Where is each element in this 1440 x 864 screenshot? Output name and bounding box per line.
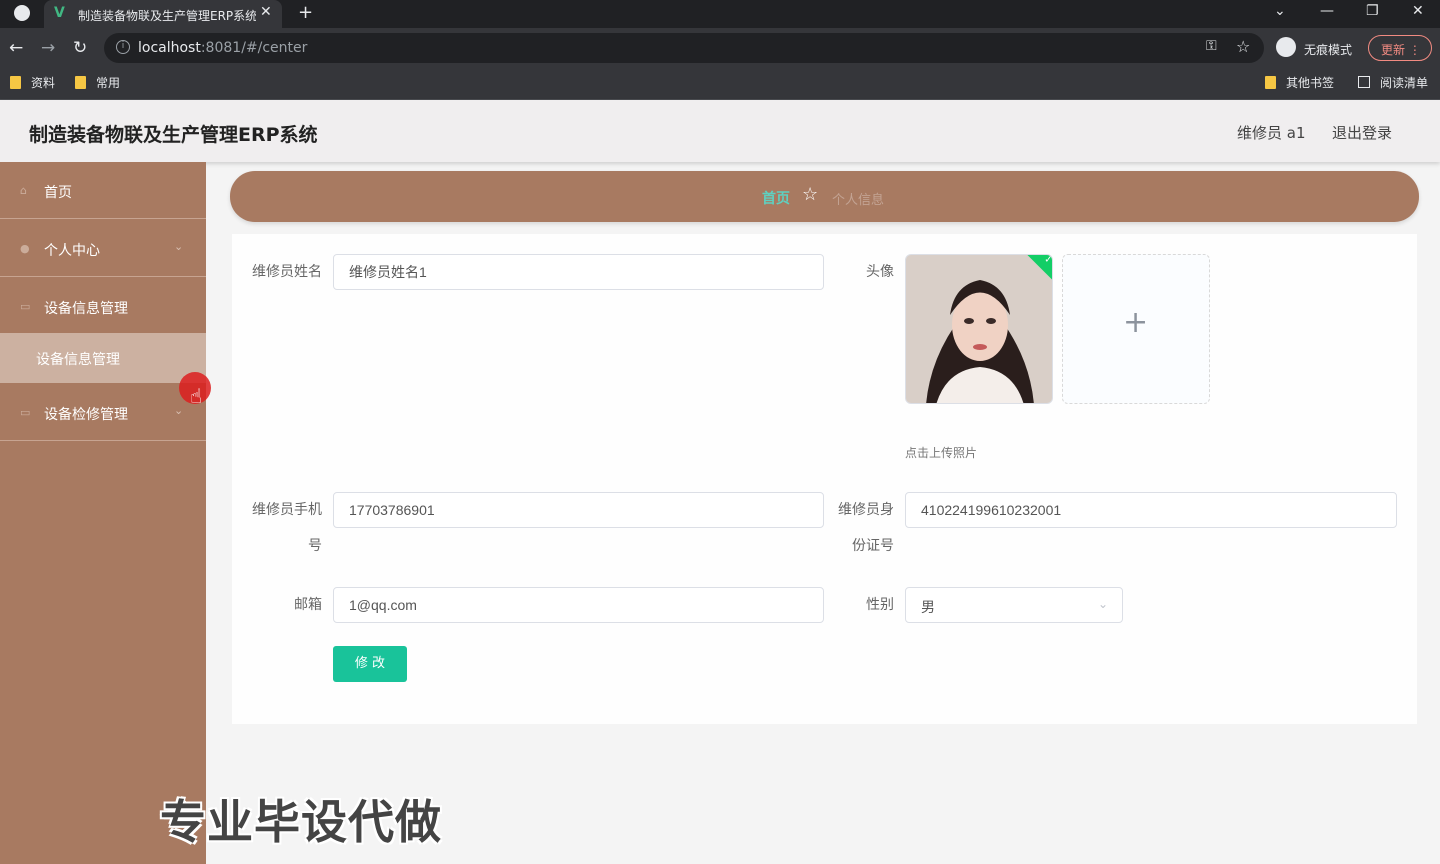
reload-icon[interactable]: ↻	[73, 38, 87, 58]
current-user: 维修员 a1	[1237, 124, 1306, 142]
hand-cursor-icon: ☝	[190, 384, 203, 408]
update-button[interactable]: 更新 ⋮	[1368, 35, 1432, 61]
reading-list-icon	[1358, 76, 1370, 88]
sidebar-subitem-label: 设备信息管理	[36, 352, 120, 368]
upload-hint: 点击上传照片	[905, 446, 978, 460]
breadcrumb-current: 个人信息	[832, 193, 885, 208]
app-title: 制造装备物联及生产管理ERP系统	[29, 124, 318, 146]
sidebar-item-equipment-info[interactable]: ▭ 设备信息管理	[0, 278, 206, 335]
info-icon[interactable]: i	[116, 40, 130, 54]
sidebar: ⌂ 首页 ● 个人中心 ⌄ ▭ 设备信息管理 设备信息管理 ▭ 设备检修管理 ⌄	[0, 162, 206, 864]
phone-label: 维修员手机号	[252, 502, 322, 554]
breadcrumb: 首页 ☆ 个人信息	[230, 171, 1419, 222]
logout-link[interactable]: 退出登录	[1332, 122, 1392, 143]
close-window-icon[interactable]: ✕	[1412, 3, 1424, 19]
folder-icon	[10, 76, 21, 89]
sidebar-item-label: 首页	[44, 185, 72, 201]
chevron-down-icon: ⌄	[174, 240, 184, 253]
close-tab-icon[interactable]: ✕	[260, 4, 272, 20]
bookmark-label: 常用	[96, 76, 121, 90]
tab-search-icon[interactable]: ⌄	[1274, 3, 1286, 19]
sidebar-item-home[interactable]: ⌂ 首页	[0, 162, 206, 219]
email-label: 邮箱	[294, 597, 322, 613]
key-icon[interactable]: ⚿	[1206, 38, 1217, 54]
email-input[interactable]	[333, 587, 824, 623]
watermark-text: 专业毕设代做	[160, 795, 442, 849]
name-input[interactable]	[333, 254, 824, 290]
incognito-icon[interactable]	[1276, 37, 1296, 57]
star-icon: ☆	[802, 184, 819, 205]
back-icon[interactable]: ←	[9, 38, 23, 58]
profile-form-card	[232, 234, 1417, 724]
url-text: localhost:8081/#/center	[138, 40, 307, 56]
avatar-portrait	[906, 255, 1052, 403]
app-header: 制造装备物联及生产管理ERP系统 维修员 a1 退出登录	[0, 100, 1440, 162]
update-label: 更新	[1381, 43, 1406, 57]
other-bookmarks[interactable]: 其他书签	[1265, 74, 1334, 91]
tab-title: 制造装备物联及生产管理ERP系统	[78, 9, 256, 23]
chevron-down-icon: ⌄	[1098, 597, 1109, 611]
gender-label: 性别	[866, 597, 894, 613]
menu-icon: ▭	[20, 406, 31, 419]
new-tab-button[interactable]: +	[298, 2, 313, 23]
name-label: 维修员姓名	[252, 264, 322, 280]
bookmark-label: 资料	[31, 76, 56, 90]
breadcrumb-home[interactable]: 首页	[762, 188, 790, 208]
chevron-down-icon: ⌄	[174, 404, 184, 417]
minimize-icon[interactable]: —	[1320, 3, 1334, 19]
sidebar-item-label: 设备检修管理	[44, 407, 128, 423]
bookmark-folder-1[interactable]: 常用	[75, 74, 120, 91]
bookmark-folder-0[interactable]: 资料	[10, 74, 55, 91]
browser-menu-icon[interactable]	[14, 5, 30, 21]
sidebar-item-label: 设备信息管理	[44, 301, 128, 317]
url-path: :8081/#/center	[200, 40, 308, 56]
vue-logo-icon: V	[54, 5, 65, 21]
id-number-input[interactable]	[905, 492, 1397, 528]
check-icon: ✓	[1044, 254, 1053, 266]
browser-tab-bar: V 制造装备物联及生产管理ERP系统 ✕ + ⌄ — ❐ ✕	[0, 0, 1440, 28]
sidebar-item-equipment-maintenance[interactable]: ▭ 设备检修管理 ⌄	[0, 384, 206, 441]
browser-toolbar: ← → ↻ i localhost:8081/#/center ⚿ ☆ 无痕模式…	[0, 28, 1440, 68]
plus-icon: +	[1123, 305, 1149, 340]
id-number-label: 维修员身份证号	[838, 502, 894, 554]
phone-input[interactable]	[333, 492, 824, 528]
gender-select[interactable]: 男	[905, 587, 1123, 623]
sidebar-item-personal-center[interactable]: ● 个人中心 ⌄	[0, 220, 206, 277]
avatar-image[interactable]: ✓	[905, 254, 1053, 404]
folder-icon	[1265, 76, 1276, 89]
avatar-label: 头像	[866, 264, 894, 280]
bookmarks-bar: 资料 常用 其他书签 阅读清单	[0, 68, 1440, 100]
sidebar-item-label: 个人中心	[44, 243, 100, 259]
forward-icon[interactable]: →	[41, 38, 55, 58]
sidebar-subitem-equipment-info[interactable]: 设备信息管理	[0, 333, 206, 383]
bookmark-label: 阅读清单	[1380, 76, 1429, 90]
menu-icon: ▭	[20, 300, 31, 313]
address-bar[interactable]: i localhost:8081/#/center ⚿ ☆	[104, 33, 1264, 63]
browser-tab[interactable]: V 制造装备物联及生产管理ERP系统 ✕	[44, 0, 282, 28]
bookmark-star-icon[interactable]: ☆	[1236, 37, 1250, 56]
url-host: localhost	[138, 40, 201, 56]
folder-icon	[75, 76, 86, 89]
reading-list[interactable]: 阅读清单	[1358, 74, 1428, 91]
update-profile-button[interactable]: 修 改	[333, 646, 407, 682]
restore-icon[interactable]: ❐	[1366, 3, 1379, 19]
avatar-upload-button[interactable]: +	[1062, 254, 1210, 404]
incognito-label: 无痕模式	[1304, 43, 1353, 57]
gender-value: 男	[921, 599, 935, 615]
home-icon: ⌂	[20, 184, 27, 197]
user-icon: ●	[20, 242, 30, 255]
bookmark-label: 其他书签	[1286, 76, 1335, 90]
